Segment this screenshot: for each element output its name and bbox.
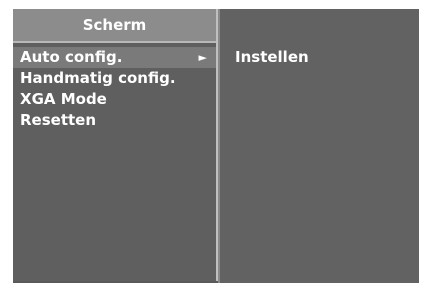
submenu-arrow-icon: ► — [198, 51, 207, 64]
main-menu-panel: Scherm Auto config. ► Handmatig config. … — [13, 9, 218, 281]
menu-item-auto-config[interactable]: Auto config. ► — [13, 47, 216, 68]
menu-item-xga-mode[interactable]: XGA Mode — [13, 89, 216, 110]
menu-item-label: Auto config. — [20, 48, 123, 66]
menu-item-manual-config[interactable]: Handmatig config. — [13, 68, 216, 89]
menu-title: Scherm — [13, 9, 216, 43]
osd-menu-window: Scherm Auto config. ► Handmatig config. … — [13, 9, 419, 283]
menu-item-label: Handmatig config. — [20, 69, 176, 87]
menu-item-label: Resetten — [20, 111, 97, 129]
submenu-item-instellen[interactable]: Instellen — [235, 47, 309, 68]
menu-item-label: XGA Mode — [20, 90, 107, 108]
main-menu-list: Auto config. ► Handmatig config. XGA Mod… — [13, 47, 216, 131]
menu-item-reset[interactable]: Resetten — [13, 110, 216, 131]
submenu-panel: Instellen — [220, 9, 419, 283]
